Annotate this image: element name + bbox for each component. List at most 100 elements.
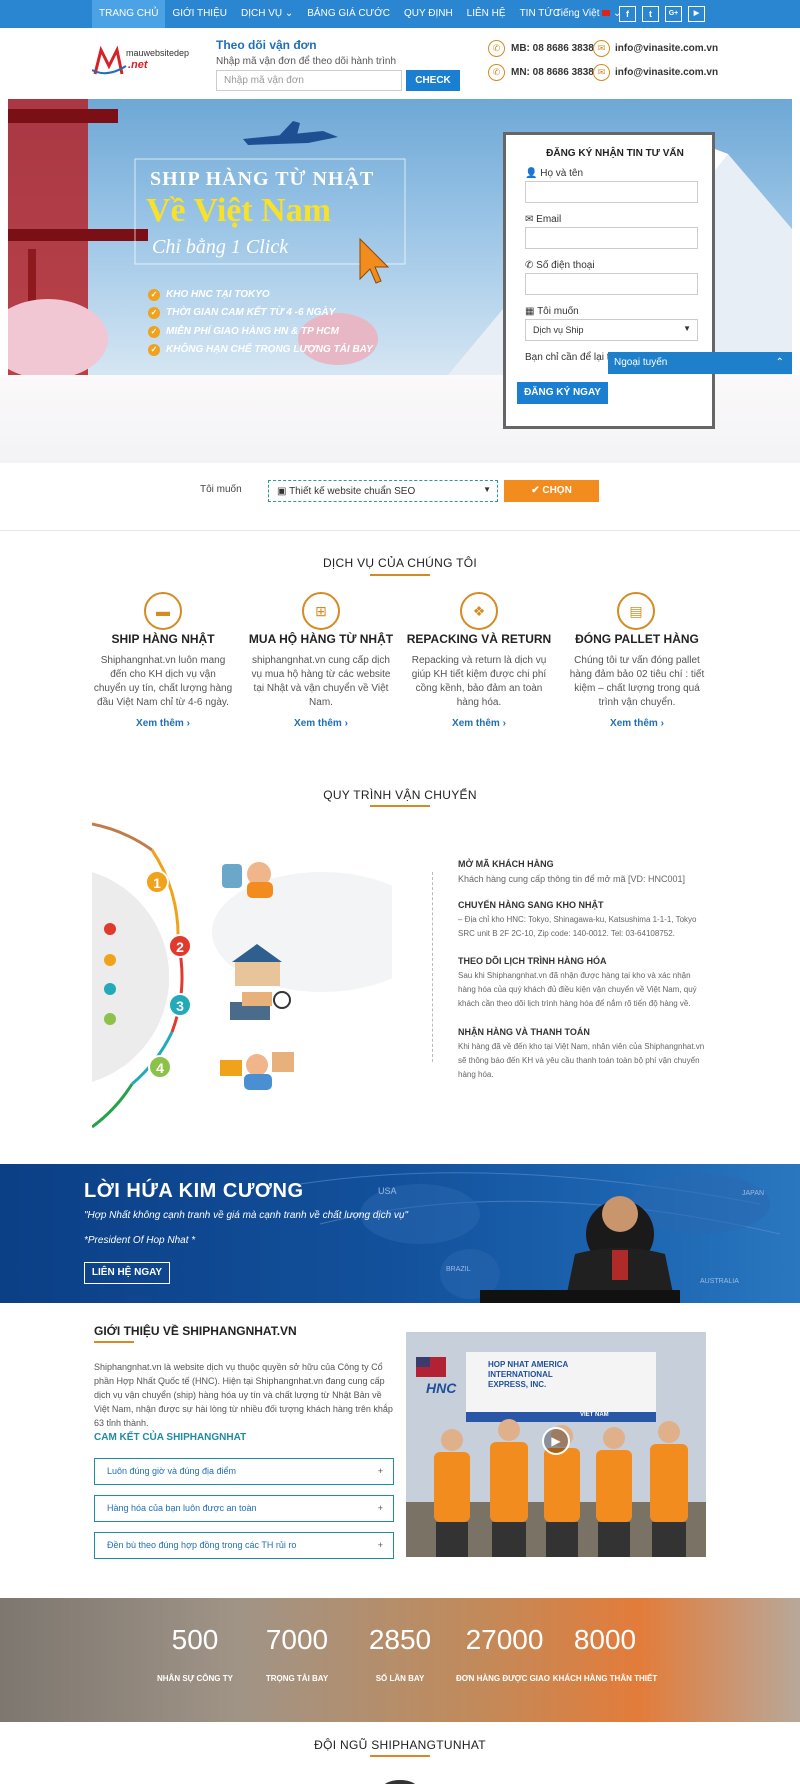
archive-icon: ▤: [617, 592, 655, 630]
hero-line-3: Chỉ bằng 1 Click: [152, 236, 289, 258]
email-label: ✉ Email: [525, 214, 561, 225]
stat-number: 8000: [573, 1624, 637, 1655]
phone-icon: ✆: [488, 64, 505, 81]
nav-item-home[interactable]: TRANG CHỦ: [92, 0, 166, 28]
contact-email-2[interactable]: info@vinasite.com.vn: [615, 67, 718, 78]
nav-item-contact[interactable]: LIÊN HỆ: [460, 0, 513, 28]
check-icon: ✓: [148, 326, 160, 338]
hero-feature: ✓ MIỄN PHÍ GIAO HÀNG HN & TP HCM: [148, 326, 339, 338]
briefcase-icon: ▣: [277, 486, 287, 497]
read-more-label: Xem thêm: [294, 718, 342, 729]
name-label: 👤 Họ và tên: [525, 168, 583, 179]
play-icon[interactable]: ▶: [542, 1427, 570, 1455]
process-divider: [432, 872, 433, 1062]
accordion-item[interactable]: Đền bù theo đúng hợp đồng trong các TH r…: [94, 1532, 394, 1559]
want-label: ▦ Tôi muốn: [525, 306, 579, 317]
hero-feature: ✓ THỜI GIAN CAM KẾT TỪ 4 -6 NGÀY: [148, 307, 335, 319]
contact-mn: MN: 08 8686 3838: [511, 67, 594, 78]
check-icon: ✓: [148, 307, 160, 319]
step-title: CHUYỂN HÀNG SANG KHO NHẬT: [458, 900, 604, 910]
google-plus-icon[interactable]: G+: [665, 6, 682, 22]
phone-label-text: Số điện thoại: [536, 260, 595, 271]
phone-label: ✆ Số điện thoại: [525, 260, 595, 271]
nav-item-services-label: DỊCH VỤ: [240, 8, 283, 19]
service-title: MUA HỘ HÀNG TỪ NHẬT: [248, 632, 394, 646]
nav-item-services[interactable]: DỊCH VỤ ⌄: [234, 0, 300, 28]
service-select[interactable]: Dịch vụ Ship ▼: [525, 319, 698, 341]
process-illustration: [92, 822, 392, 1129]
chevron-right-icon: ›: [502, 718, 506, 729]
step-title: THEO DÕI LỊCH TRÌNH HÀNG HÓA: [458, 956, 607, 966]
form-title: ĐĂNG KÝ NHẬN TIN TƯ VẤN: [546, 148, 684, 159]
mail-icon: ✉: [593, 40, 610, 57]
plus-icon: +: [377, 1503, 383, 1513]
title-underline: [370, 805, 430, 807]
page: TRANG CHỦ GIỚI THIỆU DỊCH VỤ ⌄ BẢNG GIÁ …: [0, 0, 800, 1784]
main-menu: TRANG CHỦ GIỚI THIỆU DỊCH VỤ ⌄ BẢNG GIÁ …: [92, 0, 567, 28]
facebook-icon[interactable]: f: [619, 6, 636, 22]
hero-feature-text: KHO HNC TẠI TOKYO: [166, 289, 270, 300]
step-number: 3: [168, 993, 192, 1017]
read-more-link[interactable]: Xem thêm ›: [567, 718, 707, 729]
email-label-text: Email: [536, 214, 562, 225]
site-logo[interactable]: mauwebsitedep .net: [91, 44, 202, 78]
phone-input[interactable]: [525, 273, 698, 295]
contact-now-button[interactable]: LIÊN HỆ NGAY: [84, 1262, 170, 1284]
phone-icon: ✆: [525, 260, 534, 271]
read-more-link[interactable]: Xem thêm ›: [93, 718, 233, 729]
service-dropdown[interactable]: ▣ Thiết kế website chuẩn SEO ▼: [268, 480, 498, 502]
name-input[interactable]: [525, 181, 698, 203]
calendar-icon: ▦: [525, 306, 535, 317]
read-more-link[interactable]: Xem thêm ›: [251, 718, 391, 729]
accordion-item[interactable]: Hàng hóa của bạn luôn được an toàn +: [94, 1495, 394, 1522]
service-title: SHIP HÀNG NHẬT: [111, 632, 215, 646]
chevron-right-icon: ›: [344, 718, 348, 729]
title-underline: [94, 1341, 134, 1343]
nav-item-about[interactable]: GIỚI THIỆU: [165, 0, 234, 28]
read-more-link[interactable]: Xem thêm ›: [409, 718, 549, 729]
step-title: NHẬN HÀNG VÀ THANH TOÁN: [458, 1027, 590, 1037]
basket-icon: ⊞: [302, 592, 340, 630]
nav-item-rules[interactable]: QUY ĐỊNH: [397, 0, 460, 28]
step-number: 4: [148, 1055, 172, 1079]
chevron-up-icon: ⌃: [775, 357, 784, 368]
track-subtitle: Nhập mã vận đơn để theo dõi hành trình: [216, 56, 397, 67]
green-dot: [104, 1013, 116, 1025]
chevron-down-icon: ⌄: [284, 8, 294, 19]
promise-quote: "Hợp Nhất không cạnh tranh về giá mà cạn…: [84, 1210, 409, 1221]
check-button[interactable]: CHECK: [406, 70, 460, 91]
stat-number: 7000: [265, 1624, 329, 1655]
name-label-text: Họ và tên: [540, 168, 584, 179]
team-video-thumbnail[interactable]: HOP NHAT AMERICA INTERNATIONAL EXPRESS, …: [406, 1332, 706, 1557]
red-dot: [104, 923, 116, 935]
chat-widget-bar[interactable]: Ngoại tuyến ⌃: [608, 352, 792, 374]
plus-icon: +: [377, 1466, 383, 1476]
contact-email-1[interactable]: info@vinasite.com.vn: [615, 43, 718, 54]
hero-feature-text: THỜI GIAN CAM KẾT TỪ 4 -6 NGÀY: [166, 307, 336, 318]
stat-label: KHÁCH HÀNG THÂN THIẾT: [552, 1674, 658, 1683]
hero-feature: ✓ KHÔNG HẠN CHẾ TRỌNG LƯỢNG TẢI BAY: [148, 344, 373, 356]
stat-number: 500: [171, 1624, 219, 1655]
stats-section: [0, 1598, 800, 1722]
register-button[interactable]: ĐĂNG KÝ NGAY: [517, 382, 608, 404]
step-text: – Địa chỉ kho HNC: Tokyo, Shinagawa-ku, …: [458, 915, 697, 938]
hero-feature-text: MIỄN PHÍ GIAO HÀNG HN & TP HCM: [166, 326, 339, 337]
language-selector[interactable]: Tiếng Việt ⌄: [555, 8, 621, 19]
process-title: QUY TRÌNH VẬN CHUYỂN: [323, 788, 477, 802]
logo-subtext: .net: [128, 59, 148, 71]
chevron-right-icon: ›: [186, 718, 190, 729]
read-more-label: Xem thêm: [136, 718, 184, 729]
accordion-label: Luôn đúng giờ và đúng địa điểm: [107, 1466, 236, 1476]
accordion-item[interactable]: Luôn đúng giờ và đúng địa điểm +: [94, 1458, 394, 1485]
nav-item-pricing[interactable]: BẢNG GIÁ CƯỚC: [300, 0, 397, 28]
twitter-icon[interactable]: t: [642, 6, 659, 22]
choose-button[interactable]: ✔ CHỌN: [504, 480, 599, 502]
service-select-value: Dịch vụ Ship: [533, 325, 584, 335]
hero-line-2: Về Việt Nam: [146, 192, 332, 229]
email-input[interactable]: [525, 227, 698, 249]
sign-logo-text: HNC: [426, 1380, 457, 1396]
tracking-input[interactable]: Nhập mã vận đơn: [216, 70, 402, 91]
youtube-icon[interactable]: ▶: [688, 6, 705, 22]
title-underline: [370, 1755, 430, 1757]
vn-flag-icon: [602, 10, 611, 17]
